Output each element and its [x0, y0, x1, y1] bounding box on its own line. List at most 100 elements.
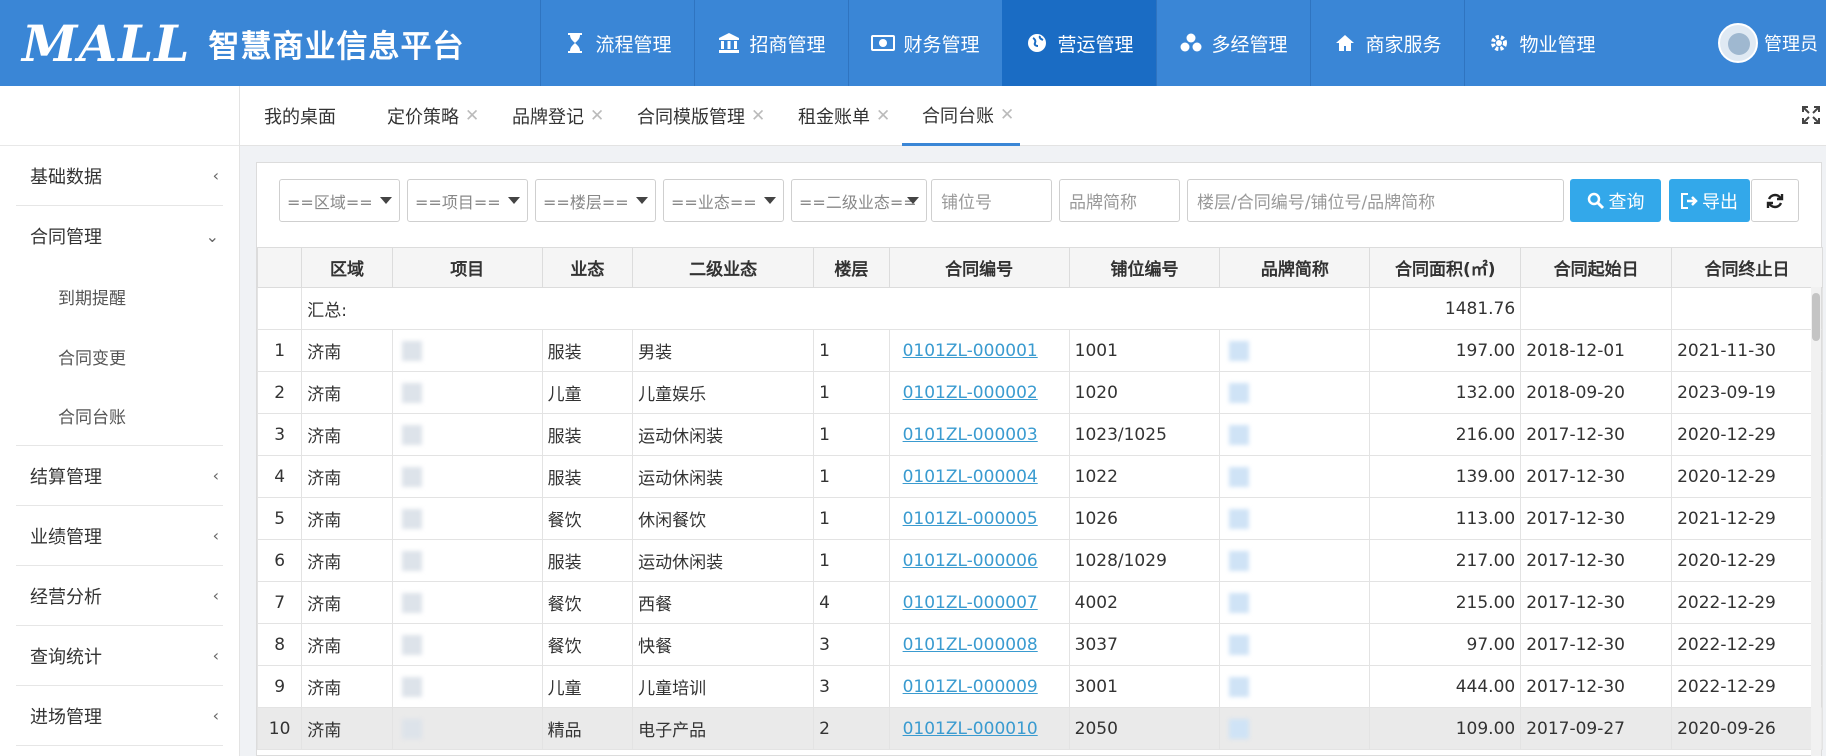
table-row[interactable]: 10 济南 精品 电子产品 2 0101ZL-000010 2050 109.00 2017-0…: [256, 707, 1823, 750]
project-cell: [391, 707, 543, 750]
brand-cell: [1219, 413, 1371, 456]
export-button[interactable]: 导出: [1669, 179, 1750, 222]
column-header[interactable]: 品牌简称: [1219, 247, 1371, 288]
caret-down-icon: [907, 197, 919, 204]
contract-link[interactable]: 0101ZL-000009: [903, 677, 1038, 697]
nav-property[interactable]: 物业管理: [1464, 0, 1618, 86]
column-header[interactable]: 铺位编号: [1068, 247, 1221, 288]
sidebar-subitem-contract-change[interactable]: 合同变更: [16, 326, 223, 386]
sidebar-item-settlement[interactable]: 结算管理 ‹: [16, 446, 223, 506]
contract-link[interactable]: 0101ZL-000007: [903, 593, 1038, 613]
table-row[interactable]: 3 济南 服装 运动休闲装 1 0101ZL-000003 1023/1025 216.00 2…: [256, 413, 1823, 456]
search-button[interactable]: 查询: [1570, 179, 1661, 222]
sidebar-item-performance[interactable]: 业绩管理 ‹: [16, 506, 223, 566]
summary-empty-cell: [1520, 287, 1673, 330]
contract-link[interactable]: 0101ZL-000008: [903, 635, 1038, 655]
column-header[interactable]: 项目: [391, 247, 543, 288]
keyword-search-input[interactable]: 楼层/合同编号/铺位号/品牌简称: [1187, 179, 1564, 222]
caret-down-icon: [764, 197, 776, 204]
project-cell: [391, 371, 543, 414]
contract-link[interactable]: 0101ZL-000004: [903, 467, 1038, 487]
tab-pricing-strategy[interactable]: 定价策略 ✕: [387, 86, 479, 146]
column-header[interactable]: 合同起始日: [1520, 247, 1673, 288]
subformat-select[interactable]: ==二级业态==: [791, 179, 927, 222]
column-header[interactable]: 区域: [301, 247, 393, 288]
close-icon[interactable]: ✕: [876, 106, 890, 126]
end-date-cell: 2023-09-19: [1671, 371, 1823, 414]
tab-my-desktop[interactable]: 我的桌面: [264, 86, 336, 146]
tab-contract-template[interactable]: 合同模版管理 ✕: [637, 86, 765, 146]
user-menu[interactable]: 管理员: [1718, 0, 1818, 86]
contract-link[interactable]: 0101ZL-000002: [903, 383, 1038, 403]
column-header[interactable]: 合同编号: [888, 247, 1070, 288]
nav-process[interactable]: 流程管理: [540, 0, 694, 86]
refresh-button[interactable]: [1751, 179, 1799, 222]
sidebar-item-query-stats[interactable]: 查询统计 ‹: [16, 626, 223, 686]
scrollbar-thumb[interactable]: [1812, 293, 1820, 341]
end-date-cell: 2020-09-26: [1671, 707, 1823, 750]
fullscreen-icon[interactable]: [1802, 106, 1820, 129]
table-row[interactable]: 6 济南 服装 运动休闲装 1 0101ZL-000006 1028/1029 217.00 2…: [256, 539, 1823, 582]
chevron-left-icon: ‹: [212, 526, 219, 545]
table-row[interactable]: 5 济南 餐饮 休闲餐饮 1 0101ZL-000005 1026 113.00 2017-12…: [256, 497, 1823, 540]
redacted-text: [1229, 634, 1250, 655]
contract-link[interactable]: 0101ZL-000010: [903, 719, 1038, 739]
table-row[interactable]: 4 济南 服装 运动休闲装 1 0101ZL-000004 1022 139.00 2017-1…: [256, 455, 1823, 498]
sidebar-item-contract-management[interactable]: 合同管理 ⌄: [16, 206, 223, 266]
redacted-text: [1229, 718, 1250, 739]
column-header[interactable]: 合同终止日: [1671, 247, 1823, 288]
close-icon[interactable]: ✕: [465, 106, 479, 126]
contract-link[interactable]: 0101ZL-000005: [903, 509, 1038, 529]
floor-select[interactable]: ==楼层==: [535, 179, 656, 222]
nav-operations[interactable]: 营运管理: [1002, 0, 1156, 86]
table-row[interactable]: 2 济南 儿童 儿童娱乐 1 0101ZL-000002 1020 132.00 2018-09…: [256, 371, 1823, 414]
row-index: 1: [256, 329, 303, 372]
tab-contract-ledger[interactable]: 合同台账 ✕: [902, 86, 1021, 146]
nav-multi-business[interactable]: 多经管理: [1156, 0, 1310, 86]
tab-label: 品牌登记: [512, 107, 584, 128]
redacted-text: [401, 550, 422, 571]
subformat-cell: 儿童娱乐: [632, 371, 815, 414]
table-row[interactable]: 9 济南 儿童 儿童培训 3 0101ZL-000009 3001 444.00 2017-12…: [256, 665, 1823, 708]
sidebar-item-basic-data[interactable]: 基础数据 ‹: [16, 146, 223, 206]
sidebar-subitem-expiry-reminder[interactable]: 到期提醒: [16, 266, 223, 326]
close-icon[interactable]: ✕: [590, 106, 604, 126]
contract-link[interactable]: 0101ZL-000001: [903, 341, 1038, 361]
format-select[interactable]: ==业态==: [663, 179, 784, 222]
region-cell: 济南: [301, 371, 393, 414]
column-header[interactable]: 合同面积(㎡): [1369, 247, 1522, 288]
table-row[interactable]: 8 济南 餐饮 快餐 3 0101ZL-000008 3037 97.00 2017-12-30…: [256, 623, 1823, 666]
nav-investment[interactable]: 招商管理: [694, 0, 848, 86]
column-header[interactable]: 楼层: [813, 247, 890, 288]
end-date-cell: 2020-12-29: [1671, 413, 1823, 456]
project-select[interactable]: ==项目==: [407, 179, 528, 222]
sidebar-subitem-contract-ledger[interactable]: 合同台账: [16, 386, 223, 446]
nav-merchant-service[interactable]: 商家服务: [1310, 0, 1464, 86]
column-header[interactable]: 业态: [541, 247, 634, 288]
brand-input[interactable]: 品牌简称: [1059, 179, 1180, 222]
format-cell: 餐饮: [541, 497, 634, 540]
contract-link[interactable]: 0101ZL-000006: [903, 551, 1038, 571]
table-scrollbar[interactable]: [1811, 287, 1821, 756]
table-row[interactable]: 7 济南 餐饮 西餐 4 0101ZL-000007 4002 215.00 2017-12-3…: [256, 581, 1823, 624]
contract-link[interactable]: 0101ZL-000003: [903, 425, 1038, 445]
tab-brand-registration[interactable]: 品牌登记 ✕: [512, 86, 604, 146]
region-select[interactable]: ==区域==: [279, 179, 400, 222]
shop-no-input[interactable]: 铺位号: [931, 179, 1052, 222]
nav-finance[interactable]: 财务管理: [848, 0, 1002, 86]
sidebar-item-business-analysis[interactable]: 经营分析 ‹: [16, 566, 223, 626]
summary-area: 1481.76: [1369, 287, 1522, 330]
table-row[interactable]: 1 济南 服装 男装 1 0101ZL-000001 1001 197.00 2018-12-0…: [256, 329, 1823, 372]
sidebar-item-entry-management[interactable]: 进场管理 ‹: [16, 686, 223, 746]
floor-cell: 4: [813, 581, 890, 624]
format-cell: 儿童: [541, 665, 634, 708]
close-icon[interactable]: ✕: [1000, 105, 1014, 125]
close-icon[interactable]: ✕: [751, 106, 765, 126]
nav-label: 财务管理: [903, 33, 980, 56]
column-header[interactable]: 二级业态: [632, 247, 815, 288]
tab-rent-bill[interactable]: 租金账单 ✕: [798, 86, 890, 146]
tab-label: 定价策略: [387, 107, 459, 128]
app-logo[interactable]: MALL 智慧商业信息平台: [22, 12, 464, 74]
redacted-text: [1229, 466, 1250, 487]
home-icon: [1333, 31, 1357, 55]
